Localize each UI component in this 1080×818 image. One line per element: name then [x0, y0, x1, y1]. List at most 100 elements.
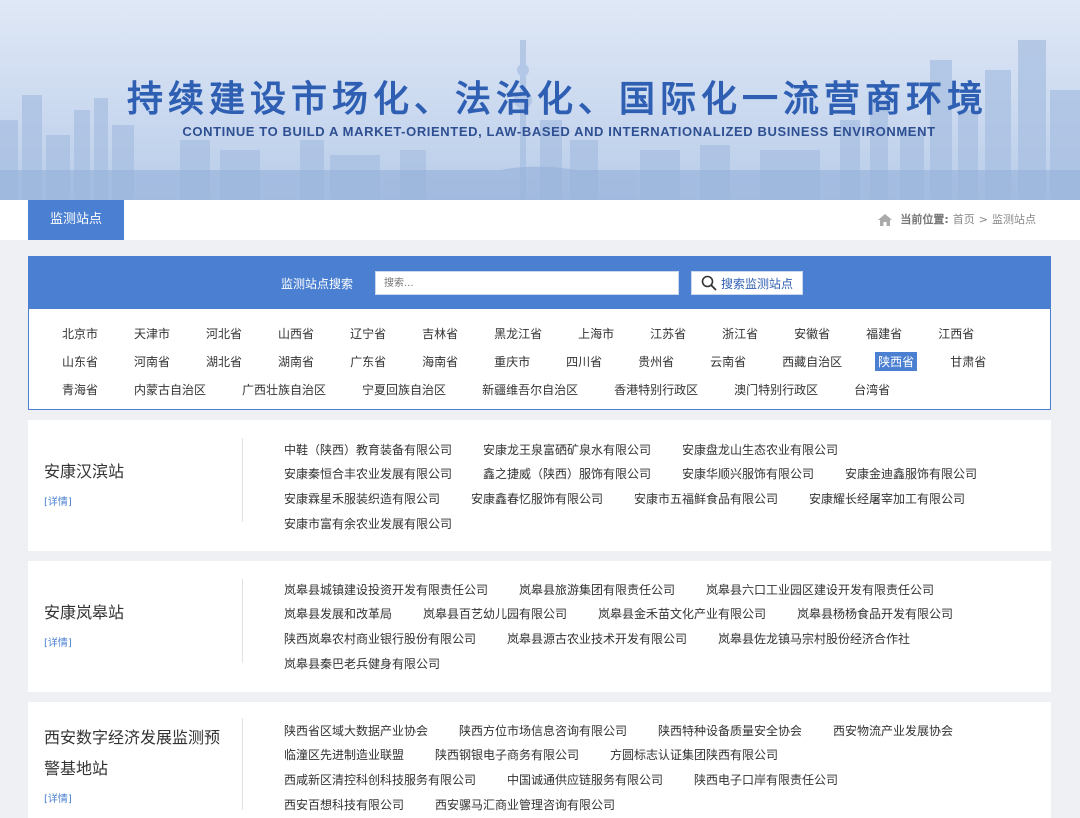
- region-item[interactable]: 湖北省: [203, 352, 245, 371]
- company-link[interactable]: 陕西钢银电子商务有限公司: [435, 746, 579, 763]
- region-item[interactable]: 上海市: [575, 324, 617, 343]
- search-input[interactable]: [375, 271, 679, 295]
- company-row: 陕西省区域大数据产业协会 陕西方位市场信息咨询有限公司 陕西特种设备质量安全协会 西安…: [284, 718, 1044, 743]
- company-link[interactable]: 岚皋县杨杨食品开发有限公司: [797, 605, 953, 622]
- card-divider: [242, 579, 243, 663]
- region-item[interactable]: 重庆市: [491, 352, 533, 371]
- company-link[interactable]: 陕西特种设备质量安全协会: [658, 722, 802, 739]
- region-item[interactable]: 西藏自治区: [779, 352, 845, 371]
- region-item[interactable]: 天津市: [131, 324, 173, 343]
- company-link[interactable]: 西安物流产业发展协会: [833, 722, 953, 739]
- company-row: 安康霖星禾服装织造有限公司 安康鑫春忆服饰有限公司 安康市五福鲜食品有限公司 安康耀长…: [284, 486, 1044, 511]
- company-link[interactable]: 安康耀长经屠宰加工有限公司: [809, 490, 965, 507]
- region-row: 青海省 内蒙古自治区 广西壮族自治区 宁夏回族自治区 新疆维吾尔自治区 香港特别行政区 澳门…: [59, 380, 923, 399]
- company-row: 中鞋（陕西）教育装备有限公司 安康龙王泉富硒矿泉水有限公司 安康盘龙山生态农业有限公…: [284, 437, 1044, 462]
- company-row: 西咸新区清控科创科技服务有限公司 中国诚通供应链服务有限公司 陕西电子口岸有限责任公…: [284, 767, 1044, 792]
- company-link[interactable]: 西安骡马汇商业管理咨询有限公司: [435, 796, 615, 813]
- region-item[interactable]: 吉林省: [419, 324, 461, 343]
- company-link[interactable]: 岚皋县秦巴老兵健身有限公司: [284, 655, 440, 672]
- company-link[interactable]: 陕西电子口岸有限责任公司: [694, 771, 838, 788]
- region-item[interactable]: 辽宁省: [347, 324, 389, 343]
- station-card: 安康岚皋站 [详情] 岚皋县城镇建设投资开发有限责任公司 岚皋县旅游集团有限责任公司岚…: [28, 561, 1051, 692]
- region-item[interactable]: 贵州省: [635, 352, 677, 371]
- company-link[interactable]: 陕西方位市场信息咨询有限公司: [459, 722, 627, 739]
- region-item[interactable]: 浙江省: [719, 324, 761, 343]
- region-item[interactable]: 黑龙江省: [491, 324, 545, 343]
- region-item[interactable]: 北京市: [59, 324, 101, 343]
- company-row: 西安百想科技有限公司 西安骡马汇商业管理咨询有限公司: [284, 792, 1044, 817]
- company-link[interactable]: 岚皋县佐龙镇马宗村股份经济合作社: [718, 630, 910, 647]
- region-item[interactable]: 四川省: [563, 352, 605, 371]
- company-link[interactable]: 陕西省区域大数据产业协会: [284, 722, 428, 739]
- card-divider: [242, 438, 243, 522]
- breadcrumb: 当前位置: 首页 > 监测站点: [878, 200, 1036, 240]
- region-item[interactable]: 河南省: [131, 352, 173, 371]
- region-item[interactable]: 台湾省: [851, 380, 893, 399]
- company-link[interactable]: 岚皋县金禾苗文化产业有限公司: [598, 605, 766, 622]
- region-item[interactable]: 河北省: [203, 324, 245, 343]
- company-link[interactable]: 中鞋（陕西）教育装备有限公司: [284, 441, 452, 458]
- station-detail-link[interactable]: [详情]: [44, 790, 72, 805]
- company-row: 岚皋县发展和改革局 岚皋县百艺幼儿园有限公司 岚皋县金禾苗文化产业有限公司 岚皋县杨杨…: [284, 602, 1044, 627]
- breadcrumb-separator: >: [978, 213, 988, 226]
- region-item[interactable]: 湖南省: [275, 352, 317, 371]
- region-item[interactable]: 澳门特别行政区: [731, 380, 821, 399]
- company-link[interactable]: 安康鑫春忆服饰有限公司: [471, 490, 603, 507]
- company-link[interactable]: 方圆标志认证集团陕西有限公司: [610, 746, 778, 763]
- region-item[interactable]: 陕西省: [875, 352, 918, 371]
- tab-monitoring-sites[interactable]: 监测站点: [28, 200, 124, 240]
- region-item[interactable]: 新疆维吾尔自治区: [479, 380, 581, 399]
- company-link[interactable]: 西咸新区清控科创科技服务有限公司: [284, 771, 476, 788]
- company-list: 陕西省区域大数据产业协会 陕西方位市场信息咨询有限公司 陕西特种设备质量安全协会 西安…: [284, 718, 1044, 816]
- company-row: 岚皋县秦巴老兵健身有限公司: [284, 651, 1044, 676]
- company-list: 中鞋（陕西）教育装备有限公司 安康龙王泉富硒矿泉水有限公司 安康盘龙山生态农业有限公…: [284, 437, 1044, 535]
- site-search-panel: 监测站点搜索 搜索监测站点 北京市 天津市 河北省 山西省 辽宁省 吉林省 黑龙江省 上海市 江…: [28, 256, 1051, 410]
- company-link[interactable]: 安康市富有余农业发展有限公司: [284, 515, 452, 532]
- station-card: 西安数字经济发展监测预警基地站 [详情] 陕西省区域大数据产业协会 陕西方位市场信息咨…: [28, 702, 1051, 818]
- company-link[interactable]: 西安百想科技有限公司: [284, 796, 404, 813]
- company-link[interactable]: 安康市五福鲜食品有限公司: [634, 490, 778, 507]
- company-link[interactable]: 岚皋县城镇建设投资开发有限责任公司: [284, 581, 488, 598]
- region-item[interactable]: 江西省: [935, 324, 977, 343]
- region-item[interactable]: 山西省: [275, 324, 317, 343]
- region-item[interactable]: 甘肃省: [947, 352, 989, 371]
- company-link[interactable]: 中国诚通供应链服务有限公司: [507, 771, 663, 788]
- region-item[interactable]: 云南省: [707, 352, 749, 371]
- company-link[interactable]: 鑫之捷威（陕西）服饰有限公司: [483, 465, 651, 482]
- region-item[interactable]: 海南省: [419, 352, 461, 371]
- company-link[interactable]: 安康华顺兴服饰有限公司: [682, 465, 814, 482]
- company-link[interactable]: 岚皋县六口工业园区建设开发有限责任公司: [706, 581, 934, 598]
- search-label: 监测站点搜索: [281, 277, 354, 291]
- search-button[interactable]: 搜索监测站点: [691, 271, 803, 295]
- station-name: 西安数字经济发展监测预警基地站: [44, 728, 221, 778]
- region-item[interactable]: 宁夏回族自治区: [359, 380, 449, 399]
- company-link[interactable]: 岚皋县源古农业技术开发有限公司: [507, 630, 687, 647]
- company-link[interactable]: 陕西岚皋农村商业银行股份有限公司: [284, 630, 476, 647]
- company-link[interactable]: 安康龙王泉富硒矿泉水有限公司: [483, 441, 651, 458]
- region-item[interactable]: 安徽省: [791, 324, 833, 343]
- region-item[interactable]: 广东省: [347, 352, 389, 371]
- company-link[interactable]: 岚皋县百艺幼儿园有限公司: [423, 605, 567, 622]
- home-icon: [878, 214, 893, 226]
- company-row: 安康市富有余农业发展有限公司: [284, 511, 1044, 536]
- company-link[interactable]: 安康霖星禾服装织造有限公司: [284, 490, 440, 507]
- region-item[interactable]: 香港特别行政区: [611, 380, 701, 399]
- region-item[interactable]: 广西壮族自治区: [239, 380, 329, 399]
- company-link[interactable]: 安康金迪鑫服饰有限公司: [845, 465, 977, 482]
- region-item[interactable]: 福建省: [863, 324, 905, 343]
- breadcrumb-home[interactable]: 首页: [953, 200, 975, 240]
- region-item[interactable]: 江苏省: [647, 324, 689, 343]
- region-item[interactable]: 内蒙古自治区: [131, 380, 209, 399]
- company-link[interactable]: 安康盘龙山生态农业有限公司: [682, 441, 838, 458]
- region-item[interactable]: 青海省: [59, 380, 101, 399]
- breadcrumb-label: 当前位置:: [900, 213, 949, 226]
- search-header: 监测站点搜索 搜索监测站点: [29, 257, 1050, 309]
- company-link[interactable]: 临潼区先进制造业联盟: [284, 746, 404, 763]
- region-item[interactable]: 山东省: [59, 352, 101, 371]
- company-link[interactable]: 岚皋县旅游集团有限责任公司: [519, 581, 675, 598]
- station-detail-link[interactable]: [详情]: [44, 493, 72, 508]
- company-link[interactable]: 安康秦恒合丰农业发展有限公司: [284, 465, 452, 482]
- station-detail-link[interactable]: [详情]: [44, 634, 72, 649]
- company-link[interactable]: 岚皋县发展和改革局: [284, 605, 392, 622]
- banner-subtitle: CONTINUE TO BUILD A MARKET-ORIENTED, LAW…: [182, 124, 936, 139]
